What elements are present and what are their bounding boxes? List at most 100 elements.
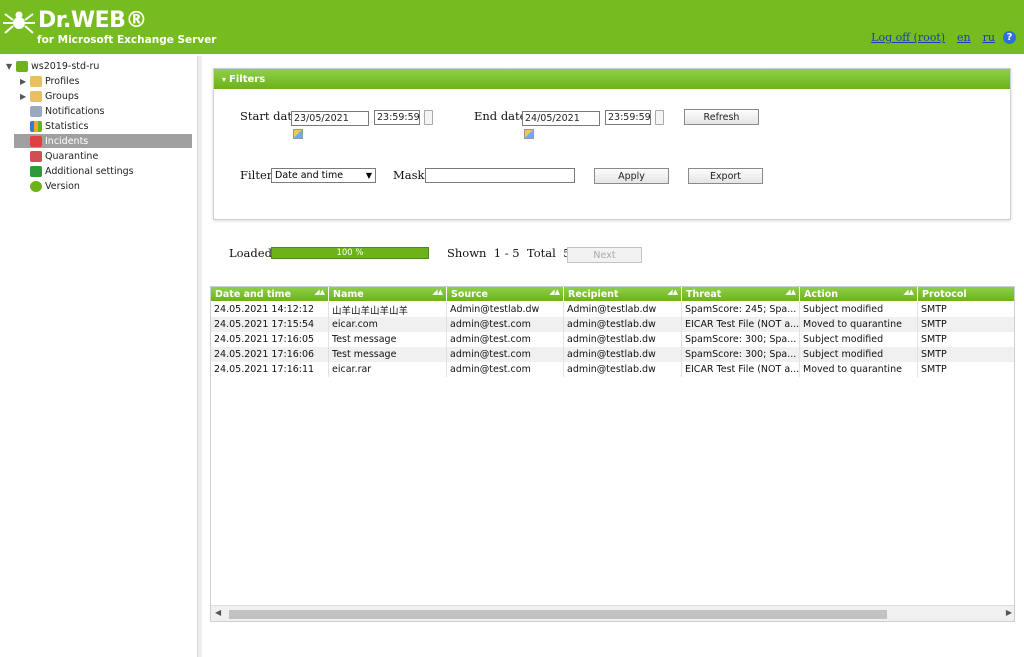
loaded-label: Loaded [229,246,272,260]
cell-recipient: admin@testlab.dw [564,362,682,377]
cell-date: 24.05.2021 14:12:12 [211,302,329,317]
scroll-right-icon[interactable]: ▶ [1006,608,1012,617]
column-header-threat[interactable]: Threat ◢▲ [682,287,800,301]
folder-icon [30,75,42,87]
tree-item-label: Quarantine [45,150,99,162]
column-header-name[interactable]: Name ◢▲ [329,287,447,301]
sort-icon: ◢▲ [785,288,796,296]
tree-item-label: Statistics [45,120,89,132]
cell-recipient: admin@testlab.dw [564,317,682,332]
expand-arrow-icon[interactable]: ▶ [20,92,30,101]
shown-total-text: Shown 1 - 5 Total 5 [447,246,571,260]
sort-icon: ◢▲ [314,288,325,296]
expand-arrow-icon[interactable]: ▶ [20,77,30,86]
tree-item-notifications[interactable]: Notifications [30,104,104,118]
collapse-triangle-icon[interactable]: ▾ [222,75,226,84]
table-row[interactable]: 24.05.2021 17:16:06 Test message admin@t… [211,347,1014,362]
cell-protocol: SMTP [921,319,947,330]
apply-button[interactable]: Apply [594,168,669,184]
tree-item-label: Notifications [45,105,105,117]
cell-date: 24.05.2021 17:16:05 [211,332,329,347]
tree-item-label: Incidents [45,135,89,147]
tree-item-quarantine[interactable]: Quarantine [30,149,98,163]
table-row[interactable]: 24.05.2021 17:15:54 eicar.com admin@test… [211,317,1014,332]
chart-icon [30,120,42,132]
cell-protocol: SMTP [921,364,947,375]
end-date-field[interactable]: 24/05/2021 [522,111,600,126]
shield-icon [30,165,42,177]
tree-item-label: Groups [45,90,79,102]
cell-source: admin@test.com [447,362,564,377]
info-icon [30,180,42,192]
tree-splitter[interactable] [197,56,202,657]
lang-en-link[interactable]: en [957,31,971,44]
next-button[interactable]: Next [567,247,642,263]
cell-threat: SpamScore: 245; Spa... [682,302,800,317]
drweb-logo: Dr.WEB® for Microsoft Exchange Server [2,6,217,48]
cell-protocol: SMTP [921,349,947,360]
tree-item-label: Version [45,180,80,192]
tree-item-version[interactable]: Version [30,179,80,193]
collapse-arrow-icon[interactable]: ▼ [6,62,16,71]
cell-source: Admin@testlab.dw [447,302,564,317]
cell-recipient: admin@testlab.dw [564,347,682,362]
logoff-link[interactable]: Log off (root) [871,31,945,44]
tree-item-additional-settings[interactable]: Additional settings [30,164,134,178]
cell-action: Moved to quarantine [800,317,918,332]
cell-threat: EICAR Test File (NOT a... [682,362,800,377]
export-button[interactable]: Export [688,168,763,184]
cell-threat: SpamScore: 300; Spa... [682,332,800,347]
cell-threat: SpamScore: 300; Spa... [682,347,800,362]
cell-protocol: SMTP [921,304,947,315]
start-time-field[interactable]: 23:59:59 [374,110,420,125]
start-date-label: Start date [240,109,299,123]
cell-name: Test message [329,347,447,362]
cell-action: Subject modified [800,332,918,347]
start-time-spinner[interactable] [424,110,433,125]
table-row[interactable]: 24.05.2021 17:16:05 Test message admin@t… [211,332,1014,347]
table-row[interactable]: 24.05.2021 14:12:12 山羊山羊山羊山羊 Admin@testl… [211,302,1014,317]
cell-date: 24.05.2021 17:16:11 [211,362,329,377]
tree-item-groups[interactable]: ▶ Groups [20,89,79,103]
start-calendar-icon[interactable] [293,129,303,139]
tree-item-profiles[interactable]: ▶ Profiles [20,74,80,88]
filter-select-value: Date and time [275,170,344,181]
navigation-tree: ▼ ws2019-std-ru ▶ Profiles ▶ Groups Noti… [0,56,197,657]
cell-date: 24.05.2021 17:15:54 [211,317,329,332]
column-header-source[interactable]: Source ◢▲ [447,287,564,301]
column-header-action[interactable]: Action ◢▲ [800,287,918,301]
server-icon [16,60,28,72]
tree-item-statistics[interactable]: Statistics [30,119,88,133]
end-calendar-icon[interactable] [524,129,534,139]
help-icon[interactable]: ? [1003,31,1016,44]
scroll-left-icon[interactable]: ◀ [215,608,221,617]
tree-item-incidents[interactable]: Incidents [14,134,192,148]
start-date-field[interactable]: 23/05/2021 [291,111,369,126]
column-header-date[interactable]: Date and time ◢▲ [211,287,329,301]
refresh-button[interactable]: Refresh [684,109,759,125]
tree-item-label: Additional settings [45,165,134,177]
cell-date: 24.05.2021 17:16:06 [211,347,329,362]
cell-action: Moved to quarantine [800,362,918,377]
megaphone-icon [30,105,42,117]
end-time-field[interactable]: 23:59:59 [605,110,651,125]
brand-subtitle: for Microsoft Exchange Server [37,34,217,46]
cell-name: eicar.rar [329,362,447,377]
scrollbar-thumb[interactable] [229,610,887,619]
lang-ru-link[interactable]: ru [983,31,995,44]
mask-label: Mask [393,168,425,182]
column-header-recipient[interactable]: Recipient ◢▲ [564,287,682,301]
tree-root[interactable]: ▼ ws2019-std-ru [6,59,99,73]
end-time-spinner[interactable] [655,110,664,125]
horizontal-scrollbar[interactable]: ◀ ▶ [211,605,1014,621]
cell-name: eicar.com [329,317,447,332]
filter-select[interactable]: Date and time ▼ [271,168,376,183]
sort-icon: ◢▲ [549,288,560,296]
cell-name: 山羊山羊山羊山羊 [329,302,447,317]
cell-recipient: Admin@testlab.dw [564,302,682,317]
filters-header[interactable]: ▾ Filters [214,69,1010,89]
table-row[interactable]: 24.05.2021 17:16:11 eicar.rar admin@test… [211,362,1014,377]
mask-input[interactable] [425,168,575,183]
column-header-protocol[interactable]: Protocol [918,287,1014,301]
incidents-grid: Date and time ◢▲ Name ◢▲ Source ◢▲ Recipien… [210,286,1015,622]
